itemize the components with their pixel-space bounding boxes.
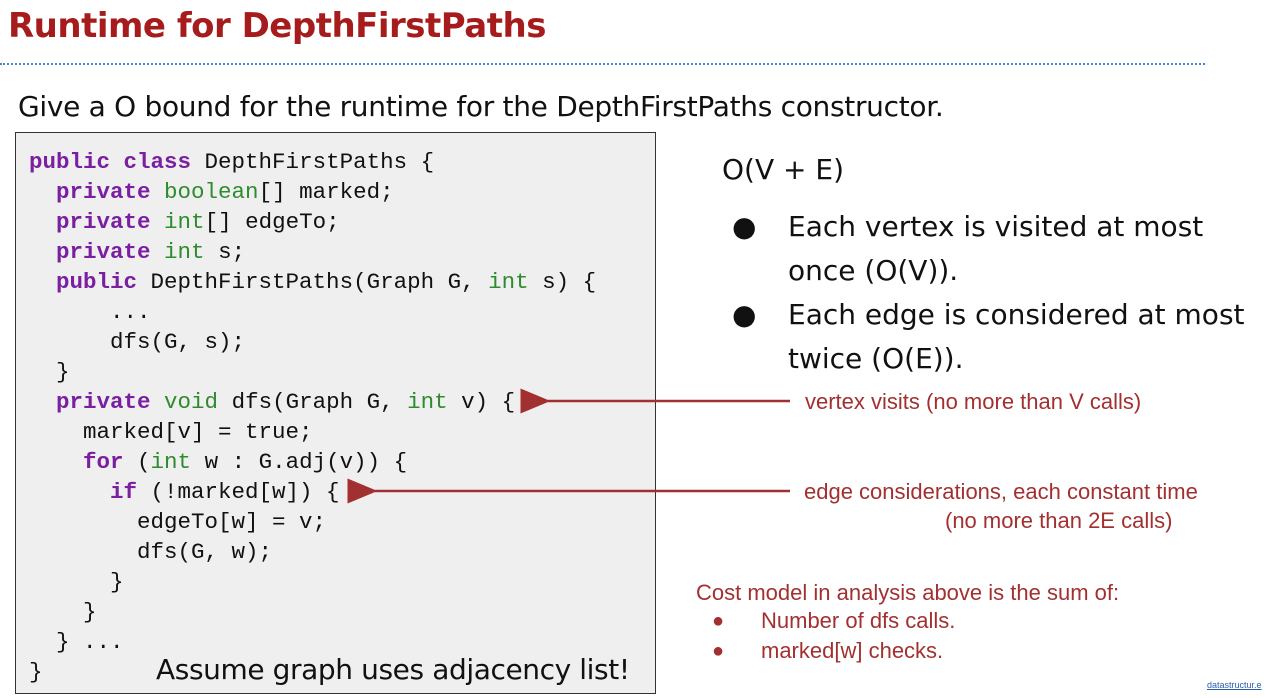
cost-item: ● marked[w] checks. xyxy=(696,636,1119,666)
vertex-annotation: vertex visits (no more than V calls) xyxy=(805,389,1142,414)
cost-model-heading: Cost model in analysis above is the sum … xyxy=(696,580,1120,605)
bullet-dot-icon: ● xyxy=(712,610,725,632)
edge-annotation-line1: edge considerations, each constant time xyxy=(804,479,1198,504)
cost-item-text: marked[w] checks. xyxy=(761,638,944,663)
cost-item-text: Number of dfs calls. xyxy=(761,608,956,633)
bullet-dot-icon: ● xyxy=(712,640,725,662)
cost-model: Cost model in analysis above is the sum … xyxy=(696,580,1119,666)
cost-item: ● Number of dfs calls. xyxy=(696,606,1119,636)
edge-annotation-line2: (no more than 2E calls) xyxy=(945,508,1173,533)
footer-link[interactable]: datastructur.e xyxy=(1207,680,1262,690)
